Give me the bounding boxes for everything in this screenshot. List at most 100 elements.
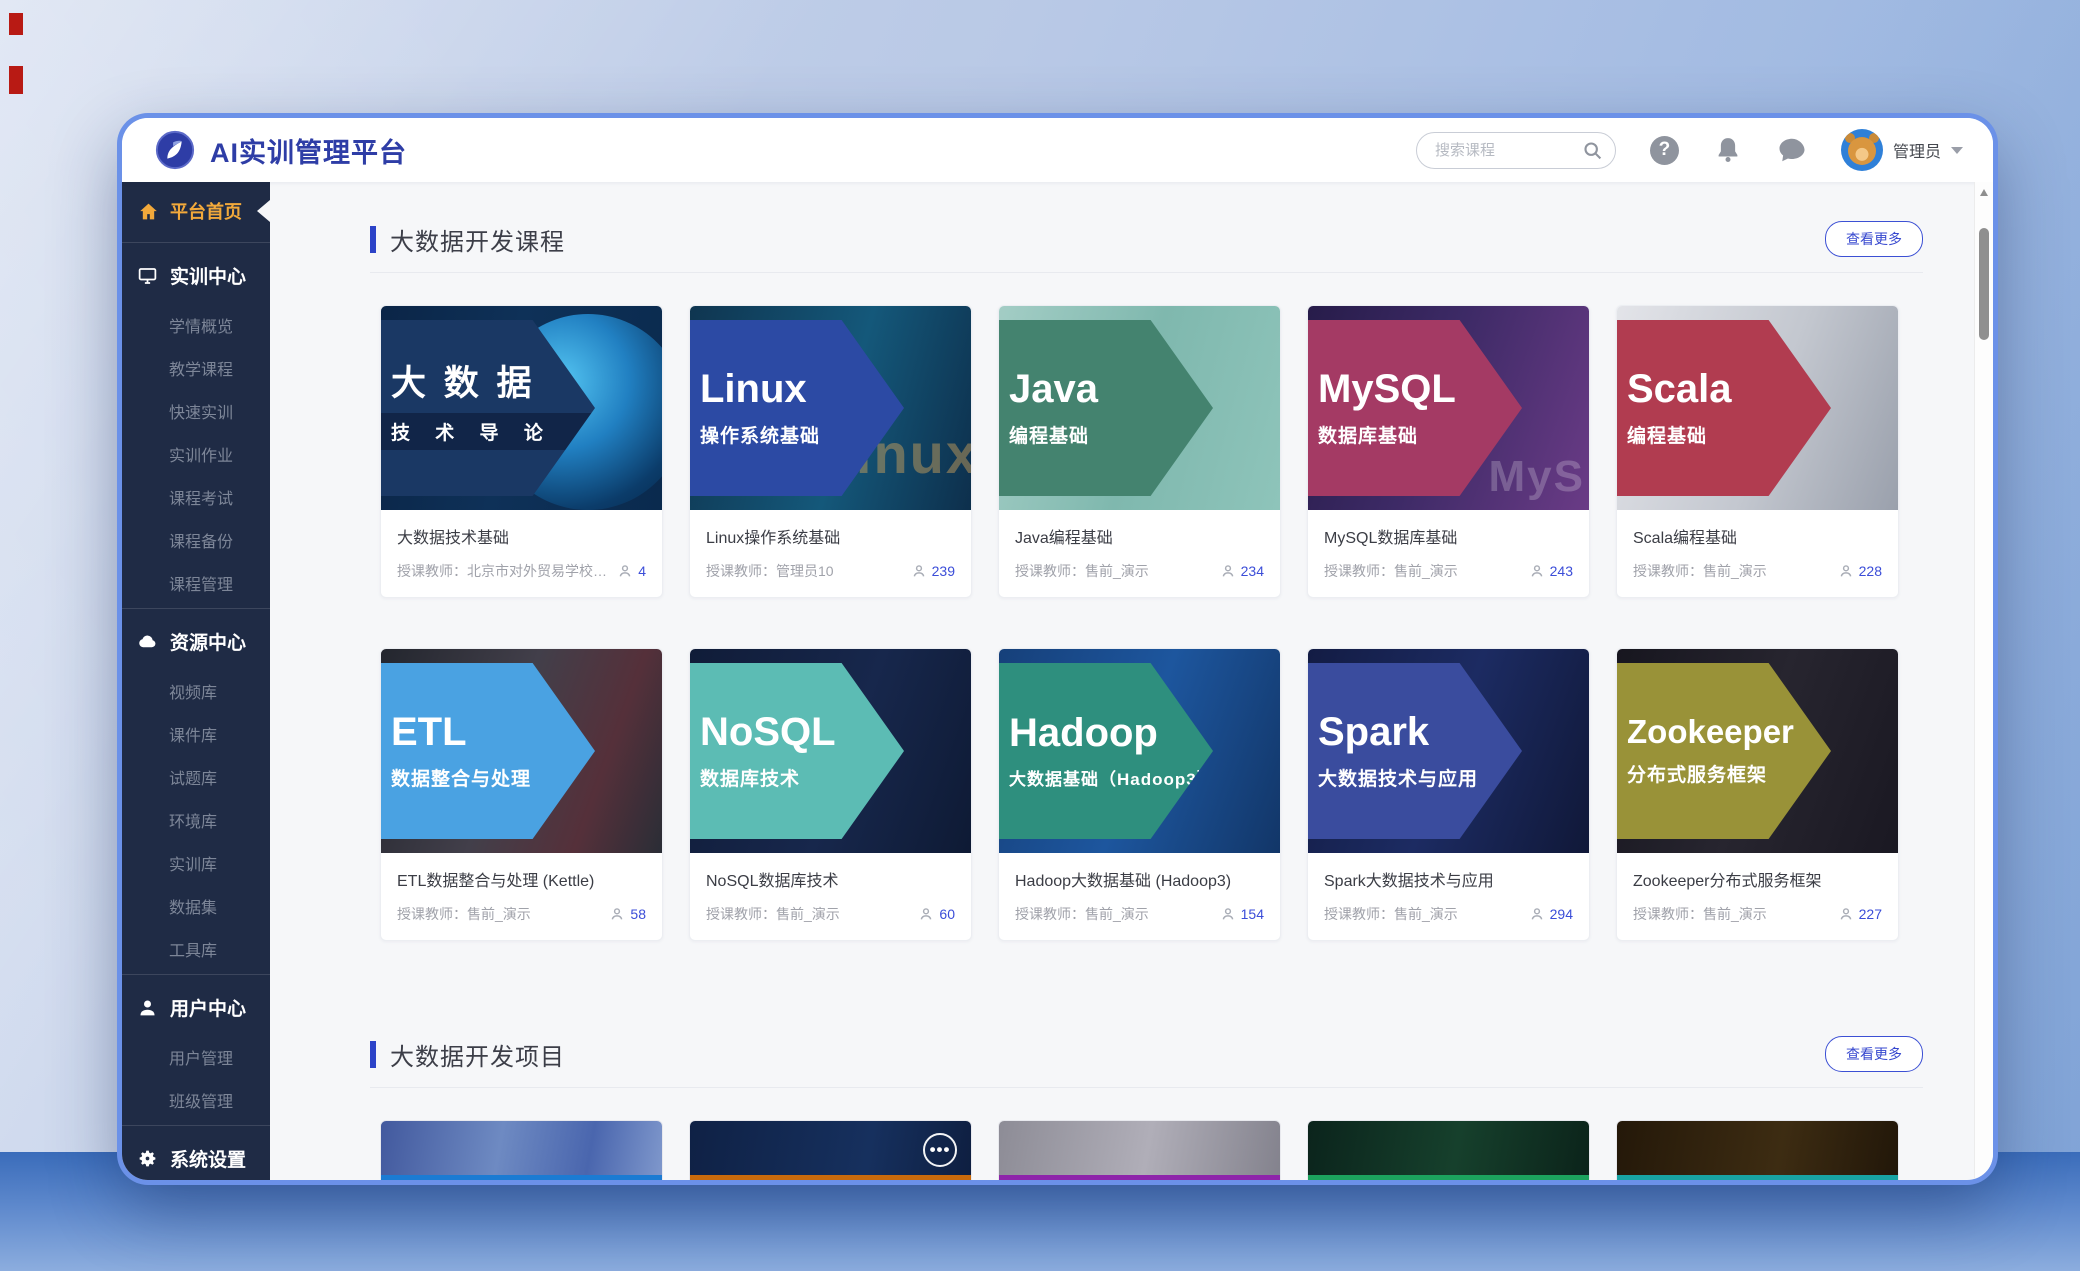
person-icon [1838, 906, 1854, 922]
scrollbar [1974, 182, 1993, 1180]
sidebar-item-user-management[interactable]: 用户管理 [122, 1035, 270, 1078]
home-icon [138, 201, 159, 222]
message-icon[interactable] [1777, 135, 1807, 165]
course-teacher: 授课教师：售前_演示 [1633, 904, 1830, 924]
project-card[interactable]: 大数据开发案例 [998, 1120, 1281, 1180]
sidebar-item-courseware-library[interactable]: 课件库 [122, 712, 270, 755]
app-title: AI实训管理平台 [210, 131, 407, 170]
sidebar-section-training[interactable]: 实训中心 [122, 247, 270, 303]
sidebar-item-learning-overview[interactable]: 学情概览 [122, 303, 270, 346]
active-item-arrow [257, 200, 270, 222]
sidebar-section-users[interactable]: 用户中心 [122, 979, 270, 1035]
person-icon [911, 563, 927, 579]
course-teacher: 授课教师：售前_演示 [1324, 904, 1521, 924]
person-icon [609, 906, 625, 922]
enrollment-count: 60 [918, 906, 955, 922]
search-icon[interactable] [1582, 140, 1603, 161]
project-banner: 大数据开发案例 [1617, 1175, 1898, 1180]
sidebar-section-settings[interactable]: 系统设置 [122, 1130, 270, 1180]
course-card[interactable]: Hadoop 大数据基础（Hadoop3） Hadoop大数据基础 (Hadoo… [998, 648, 1281, 941]
enrollment-count: 58 [609, 906, 646, 922]
sidebar-item-datasets[interactable]: 数据集 [122, 884, 270, 927]
project-card[interactable]: 大数据开发案例 [380, 1120, 663, 1180]
course-cover: Zookeeper 分布式服务框架 [1617, 649, 1898, 853]
divider [370, 272, 1923, 273]
course-card[interactable]: Spark 大数据技术与应用 Spark大数据技术与应用 授课教师：售前_演示 [1307, 648, 1590, 941]
course-title: Spark大数据技术与应用 [1324, 867, 1573, 891]
enrollment-count: 239 [911, 563, 955, 579]
sidebar-item-course-backup[interactable]: 课程备份 [122, 518, 270, 561]
divider [122, 608, 270, 609]
course-card[interactable]: MyS MySQL 数据库基础 MySQL数据库基础 授课教师：售前_演示 [1307, 305, 1590, 598]
course-teacher: 授课教师：售前_演示 [1015, 904, 1212, 924]
section-title: 大数据开发项目 [390, 1037, 565, 1072]
person-icon [1838, 563, 1854, 579]
avatar[interactable] [1841, 129, 1883, 171]
project-card[interactable]: ••• 大数据开发案例 [689, 1120, 972, 1180]
section-accent-bar [370, 1041, 376, 1068]
course-teacher: 授课教师：售前_演示 [1015, 561, 1212, 581]
person-icon [918, 906, 934, 922]
project-card[interactable]: 大数据开发案例 [1616, 1120, 1899, 1180]
scrollbar-thumb[interactable] [1979, 228, 1989, 340]
cover-arrow: Hadoop 大数据基础（Hadoop3） [999, 663, 1213, 839]
course-card[interactable]: Java 编程基础 Java编程基础 授课教师：售前_演示 [998, 305, 1281, 598]
help-icon[interactable]: ? [1650, 136, 1679, 165]
view-more-courses-button[interactable]: 查看更多 [1825, 221, 1923, 257]
project-cover [1308, 1121, 1589, 1180]
sidebar-item-home[interactable]: 平台首页 [122, 184, 270, 238]
person-icon [1529, 563, 1545, 579]
course-title: Hadoop大数据基础 (Hadoop3) [1015, 867, 1264, 891]
view-more-projects-button[interactable]: 查看更多 [1825, 1036, 1923, 1072]
course-card[interactable]: ETL 数据整合与处理 ETL数据整合与处理 (Kettle) 授课教师：售前_… [380, 648, 663, 941]
bell-icon[interactable] [1713, 135, 1743, 165]
course-teacher: 授课教师：管理员10 [706, 561, 903, 581]
screen-artifact [9, 66, 23, 94]
course-title: Zookeeper分布式服务框架 [1633, 867, 1882, 891]
app-logo-icon [154, 129, 196, 171]
sidebar-item-teaching-courses[interactable]: 教学课程 [122, 346, 270, 389]
divider [122, 242, 270, 243]
cover-watermark: MyS [1489, 452, 1585, 502]
course-teacher: 授课教师：售前_演示 [1324, 561, 1521, 581]
enrollment-count: 4 [617, 563, 646, 579]
course-title: MySQL数据库基础 [1324, 524, 1573, 548]
project-banner: 大数据开发案例 [381, 1175, 662, 1180]
sidebar-item-environment-library[interactable]: 环境库 [122, 798, 270, 841]
course-teacher: 授课教师：售前_演示 [706, 904, 910, 924]
cover-arrow: Spark 大数据技术与应用 [1308, 663, 1522, 839]
cover-arrow: NoSQL 数据库技术 [690, 663, 904, 839]
enrollment-count: 228 [1838, 563, 1882, 579]
person-icon [617, 563, 633, 579]
scrollbar-up-arrow[interactable] [1980, 189, 1988, 196]
sidebar-item-video-library[interactable]: 视频库 [122, 669, 270, 712]
course-card[interactable]: Linux Linux 操作系统基础 Linux操作系统基础 授课教师：管理员1… [689, 305, 972, 598]
course-card[interactable]: Zookeeper 分布式服务框架 Zookeeper分布式服务框架 授课教师：… [1616, 648, 1899, 941]
sidebar-item-training-library[interactable]: 实训库 [122, 841, 270, 884]
sidebar-section-resources[interactable]: 资源中心 [122, 613, 270, 669]
sidebar-item-quick-training[interactable]: 快速实训 [122, 389, 270, 432]
chevron-down-icon [1951, 147, 1963, 154]
user-menu[interactable]: 管理员 [1841, 129, 1963, 171]
course-card[interactable]: 大 数 据 技 术 导 论 大数据技术基础 授课教师：北京市对外贸易学校教... [380, 305, 663, 598]
project-cover [381, 1121, 662, 1180]
project-card[interactable]: 大数据开发案例 [1307, 1120, 1590, 1180]
username: 管理员 [1893, 138, 1941, 162]
sidebar-item-course-exams[interactable]: 课程考试 [122, 475, 270, 518]
cover-arrow: Scala 编程基础 [1617, 320, 1831, 496]
course-teacher: 授课教师：售前_演示 [397, 904, 601, 924]
sidebar-item-question-library[interactable]: 试题库 [122, 755, 270, 798]
sidebar-item-training-homework[interactable]: 实训作业 [122, 432, 270, 475]
course-cover: ETL 数据整合与处理 [381, 649, 662, 853]
sidebar-item-tool-library[interactable]: 工具库 [122, 927, 270, 970]
enrollment-count: 227 [1838, 906, 1882, 922]
sidebar-item-course-management[interactable]: 课程管理 [122, 561, 270, 604]
course-card[interactable]: NoSQL 数据库技术 NoSQL数据库技术 授课教师：售前_演示 [689, 648, 972, 941]
course-card[interactable]: Scala 编程基础 Scala编程基础 授课教师：售前_演示 [1616, 305, 1899, 598]
enrollment-count: 154 [1220, 906, 1264, 922]
cover-arrow: Zookeeper 分布式服务框架 [1617, 663, 1831, 839]
course-teacher: 授课教师：北京市对外贸易学校教... [397, 561, 609, 581]
person-icon [1529, 906, 1545, 922]
sidebar-item-class-management[interactable]: 班级管理 [122, 1078, 270, 1121]
enrollment-count: 243 [1529, 563, 1573, 579]
